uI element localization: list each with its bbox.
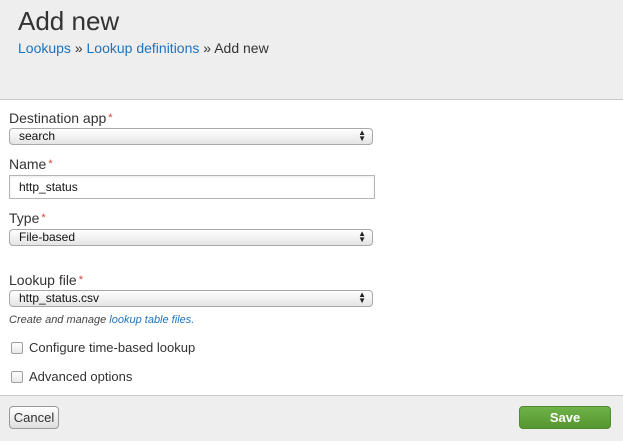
lookup-file-label: Lookup file * <box>9 272 83 288</box>
breadcrumb: Lookups » Lookup definitions » Add new <box>18 40 269 56</box>
lookup-file-help: Create and manage lookup table files. <box>9 314 194 326</box>
breadcrumb-separator: » <box>203 40 212 56</box>
cancel-button[interactable]: Cancel <box>9 406 59 429</box>
type-label-text: Type <box>9 210 40 226</box>
lookup-table-files-link[interactable]: lookup table files. <box>109 314 194 326</box>
page-header: Add new Lookups » Lookup definitions » A… <box>0 0 623 100</box>
select-arrows-icon: ▲ ▼ <box>358 229 366 244</box>
time-based-lookup-label[interactable]: Configure time-based lookup <box>29 340 195 355</box>
required-marker: * <box>78 274 83 286</box>
lookup-file-label-text: Lookup file <box>9 272 77 288</box>
destination-app-label-text: Destination app <box>9 110 107 126</box>
time-based-lookup-checkbox[interactable] <box>11 342 23 354</box>
destination-app-value: search <box>19 129 56 143</box>
breadcrumb-separator: » <box>74 40 83 56</box>
name-label-text: Name <box>9 156 47 172</box>
breadcrumb-lookup-definitions-link[interactable]: Lookup definitions <box>87 40 200 56</box>
destination-app-select[interactable]: search ▲ ▼ <box>9 128 373 145</box>
name-input[interactable]: http_status <box>9 175 375 199</box>
form-footer: Cancel Save <box>0 395 623 441</box>
required-marker: * <box>41 212 46 224</box>
type-select[interactable]: File-based ▲ ▼ <box>9 229 373 246</box>
required-marker: * <box>108 112 113 124</box>
advanced-options-checkbox[interactable] <box>11 371 23 383</box>
help-text: Create and manage <box>9 314 107 326</box>
destination-app-label: Destination app * <box>9 110 113 126</box>
page-title: Add new <box>18 6 120 36</box>
lookup-file-value: http_status.csv <box>19 291 100 305</box>
type-label: Type * <box>9 210 46 226</box>
breadcrumb-current: Add new <box>214 40 269 56</box>
lookup-file-select[interactable]: http_status.csv ▲ ▼ <box>9 290 373 307</box>
type-value: File-based <box>19 230 76 244</box>
save-button[interactable]: Save <box>519 406 611 429</box>
select-arrows-icon: ▲ ▼ <box>358 128 366 143</box>
select-arrows-icon: ▲ ▼ <box>358 290 366 305</box>
breadcrumb-lookups-link[interactable]: Lookups <box>18 40 71 56</box>
name-label: Name * <box>9 156 53 172</box>
required-marker: * <box>48 158 53 170</box>
advanced-options-label[interactable]: Advanced options <box>29 369 132 384</box>
